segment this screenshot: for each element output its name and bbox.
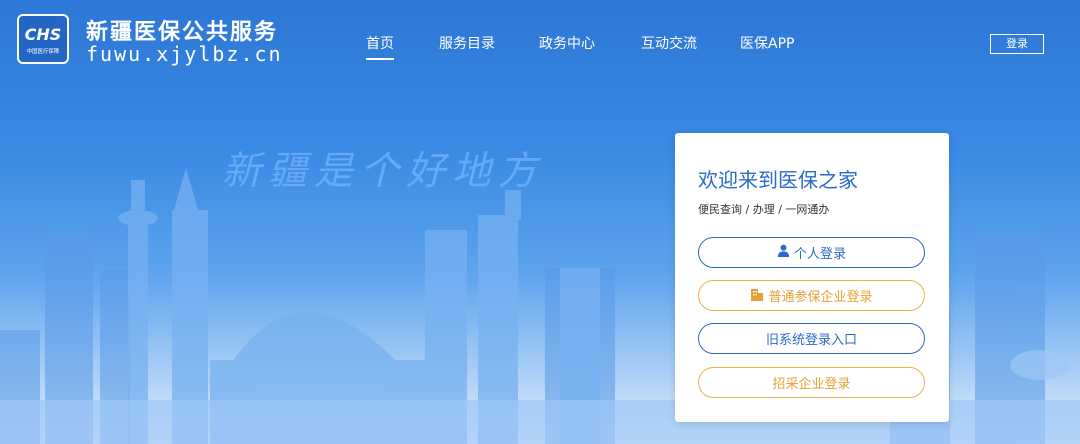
procurement-enterprise-login-button[interactable]: 招采企业登录 — [698, 367, 925, 398]
nav-item-home[interactable]: 首页 — [366, 33, 394, 60]
header-login-button[interactable]: 登录 — [990, 34, 1044, 54]
enterprise-login-button[interactable]: 普通参保企业登录 — [698, 280, 925, 311]
nav-item-interaction[interactable]: 互动交流 — [641, 33, 697, 53]
site-header: CHS 中国医疗保障 新疆医保公共服务 fuwu.xjylbz.cn 首页 服务… — [0, 0, 1080, 84]
legacy-system-login-button[interactable]: 旧系统登录入口 — [698, 323, 925, 354]
legacy-system-login-label: 旧系统登录入口 — [765, 333, 857, 348]
personal-login-label: 个人登录 — [793, 247, 846, 262]
site-domain: fuwu.xjylbz.cn — [86, 42, 283, 66]
login-card: 欢迎来到医保之家 便民查询 / 办理 / 一网通办 个人登录 普通参保企业登录 … — [675, 133, 949, 422]
logo-subtext: 中国医疗保障 — [26, 48, 60, 55]
card-title: 欢迎来到医保之家 — [698, 168, 858, 192]
enterprise-login-label: 普通参保企业登录 — [768, 290, 873, 305]
card-subtitle: 便民查询 / 办理 / 一网通办 — [698, 203, 830, 216]
logo-text: CHS — [24, 25, 62, 44]
procurement-enterprise-login-label: 招采企业登录 — [772, 377, 851, 392]
banner-slogan: 新疆是个好地方 — [222, 149, 545, 194]
building-icon — [750, 287, 764, 305]
nav-item-app[interactable]: 医保APP — [740, 33, 794, 53]
chs-logo[interactable]: CHS 中国医疗保障 — [17, 14, 69, 64]
nav-item-government-center[interactable]: 政务中心 — [539, 33, 595, 53]
personal-login-button[interactable]: 个人登录 — [698, 237, 925, 268]
nav-item-service-catalog[interactable]: 服务目录 — [439, 33, 495, 53]
person-icon — [777, 244, 790, 261]
